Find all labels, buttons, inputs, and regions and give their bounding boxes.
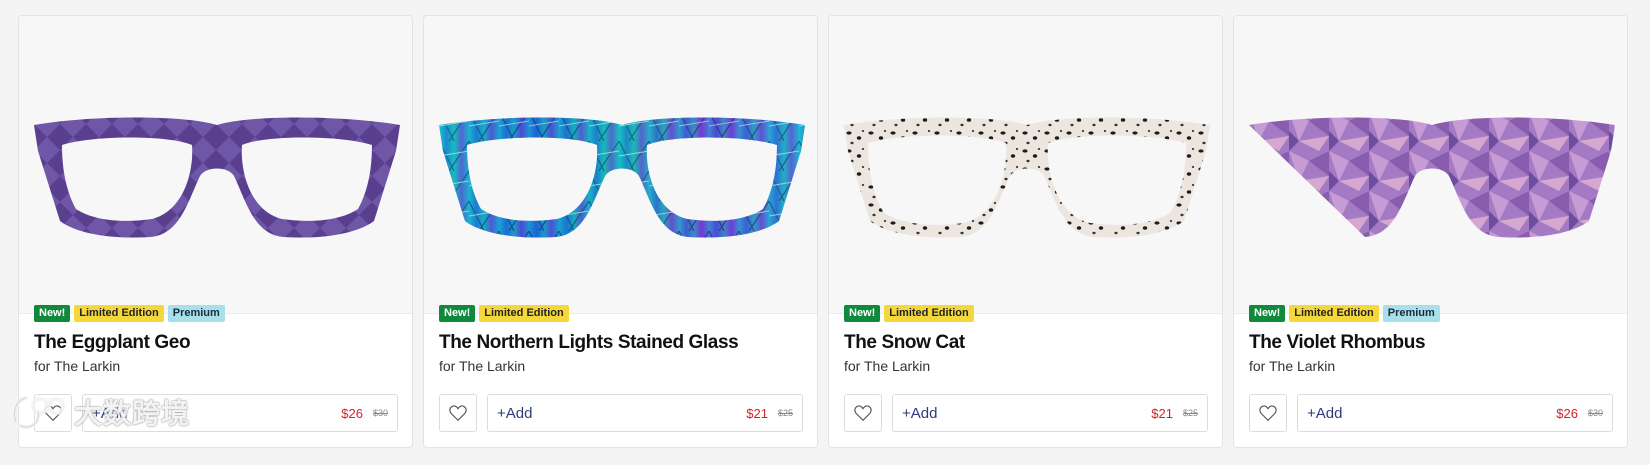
badge-limited-edition: Limited Edition <box>884 305 974 322</box>
badge-limited-edition: Limited Edition <box>479 305 569 322</box>
product-image[interactable] <box>1234 16 1627 314</box>
watermark-text: 大数跨境 <box>74 398 191 429</box>
glasses-image <box>844 117 1210 238</box>
badge-row: New! Limited Edition <box>844 305 974 322</box>
price: $26 <box>341 406 363 421</box>
add-label: +Add <box>1307 405 1343 422</box>
old-price: $30 <box>372 408 388 418</box>
product-card[interactable]: New! Limited Edition Premium The Violet … <box>1233 15 1628 448</box>
price: $21 <box>746 406 768 421</box>
price: $26 <box>1556 406 1578 421</box>
product-card[interactable]: New! Limited Edition The Northern Lights… <box>423 15 818 448</box>
product-image[interactable] <box>829 16 1222 314</box>
product-subtitle: for The Larkin <box>1249 358 1336 374</box>
price: $21 <box>1151 406 1173 421</box>
badge-limited-edition: Limited Edition <box>74 305 164 322</box>
heart-icon <box>854 405 872 421</box>
glasses-image <box>439 117 805 238</box>
heart-icon <box>449 405 467 421</box>
add-label: +Add <box>497 405 533 422</box>
product-image[interactable] <box>19 16 412 314</box>
product-card[interactable]: New! Limited Edition The Snow Cat for Th… <box>828 15 1223 448</box>
add-to-cart-button[interactable]: +Add $21 $25 <box>892 394 1208 432</box>
old-price: $30 <box>1587 408 1603 418</box>
badge-new: New! <box>439 305 476 322</box>
watermark-logo-icon <box>12 396 65 429</box>
favorite-button[interactable] <box>1249 394 1287 432</box>
favorite-button[interactable] <box>844 394 882 432</box>
add-to-cart-button[interactable]: +Add $26 $30 <box>1297 394 1613 432</box>
glasses-image <box>34 117 400 238</box>
product-subtitle: for The Larkin <box>439 358 526 374</box>
watermark: 大数跨境 <box>10 392 190 432</box>
product-subtitle: for The Larkin <box>34 358 121 374</box>
heart-icon <box>1259 405 1277 421</box>
badge-limited-edition: Limited Edition <box>1289 305 1379 322</box>
badge-row: New! Limited Edition Premium <box>34 305 225 322</box>
old-price: $25 <box>777 408 793 418</box>
old-price: $25 <box>1182 408 1198 418</box>
product-title[interactable]: The Eggplant Geo <box>34 332 191 354</box>
product-image[interactable] <box>424 16 817 314</box>
badge-row: New! Limited Edition <box>439 305 569 322</box>
product-grid: New! Limited Edition Premium The Eggplan… <box>18 15 1628 448</box>
badge-new: New! <box>844 305 881 322</box>
add-label: +Add <box>902 405 938 422</box>
product-subtitle: for The Larkin <box>844 358 931 374</box>
add-to-cart-button[interactable]: +Add $21 $25 <box>487 394 803 432</box>
badge-premium: Premium <box>167 305 225 322</box>
badge-new: New! <box>34 305 71 322</box>
badge-row: New! Limited Edition Premium <box>1249 305 1440 322</box>
badge-new: New! <box>1249 305 1286 322</box>
favorite-button[interactable] <box>439 394 477 432</box>
product-title[interactable]: The Violet Rhombus <box>1249 332 1426 354</box>
product-title[interactable]: The Northern Lights Stained Glass <box>439 332 739 354</box>
badge-premium: Premium <box>1382 305 1440 322</box>
glasses-image <box>1249 117 1615 238</box>
product-card[interactable]: New! Limited Edition Premium The Eggplan… <box>18 15 413 448</box>
product-title[interactable]: The Snow Cat <box>844 332 965 354</box>
